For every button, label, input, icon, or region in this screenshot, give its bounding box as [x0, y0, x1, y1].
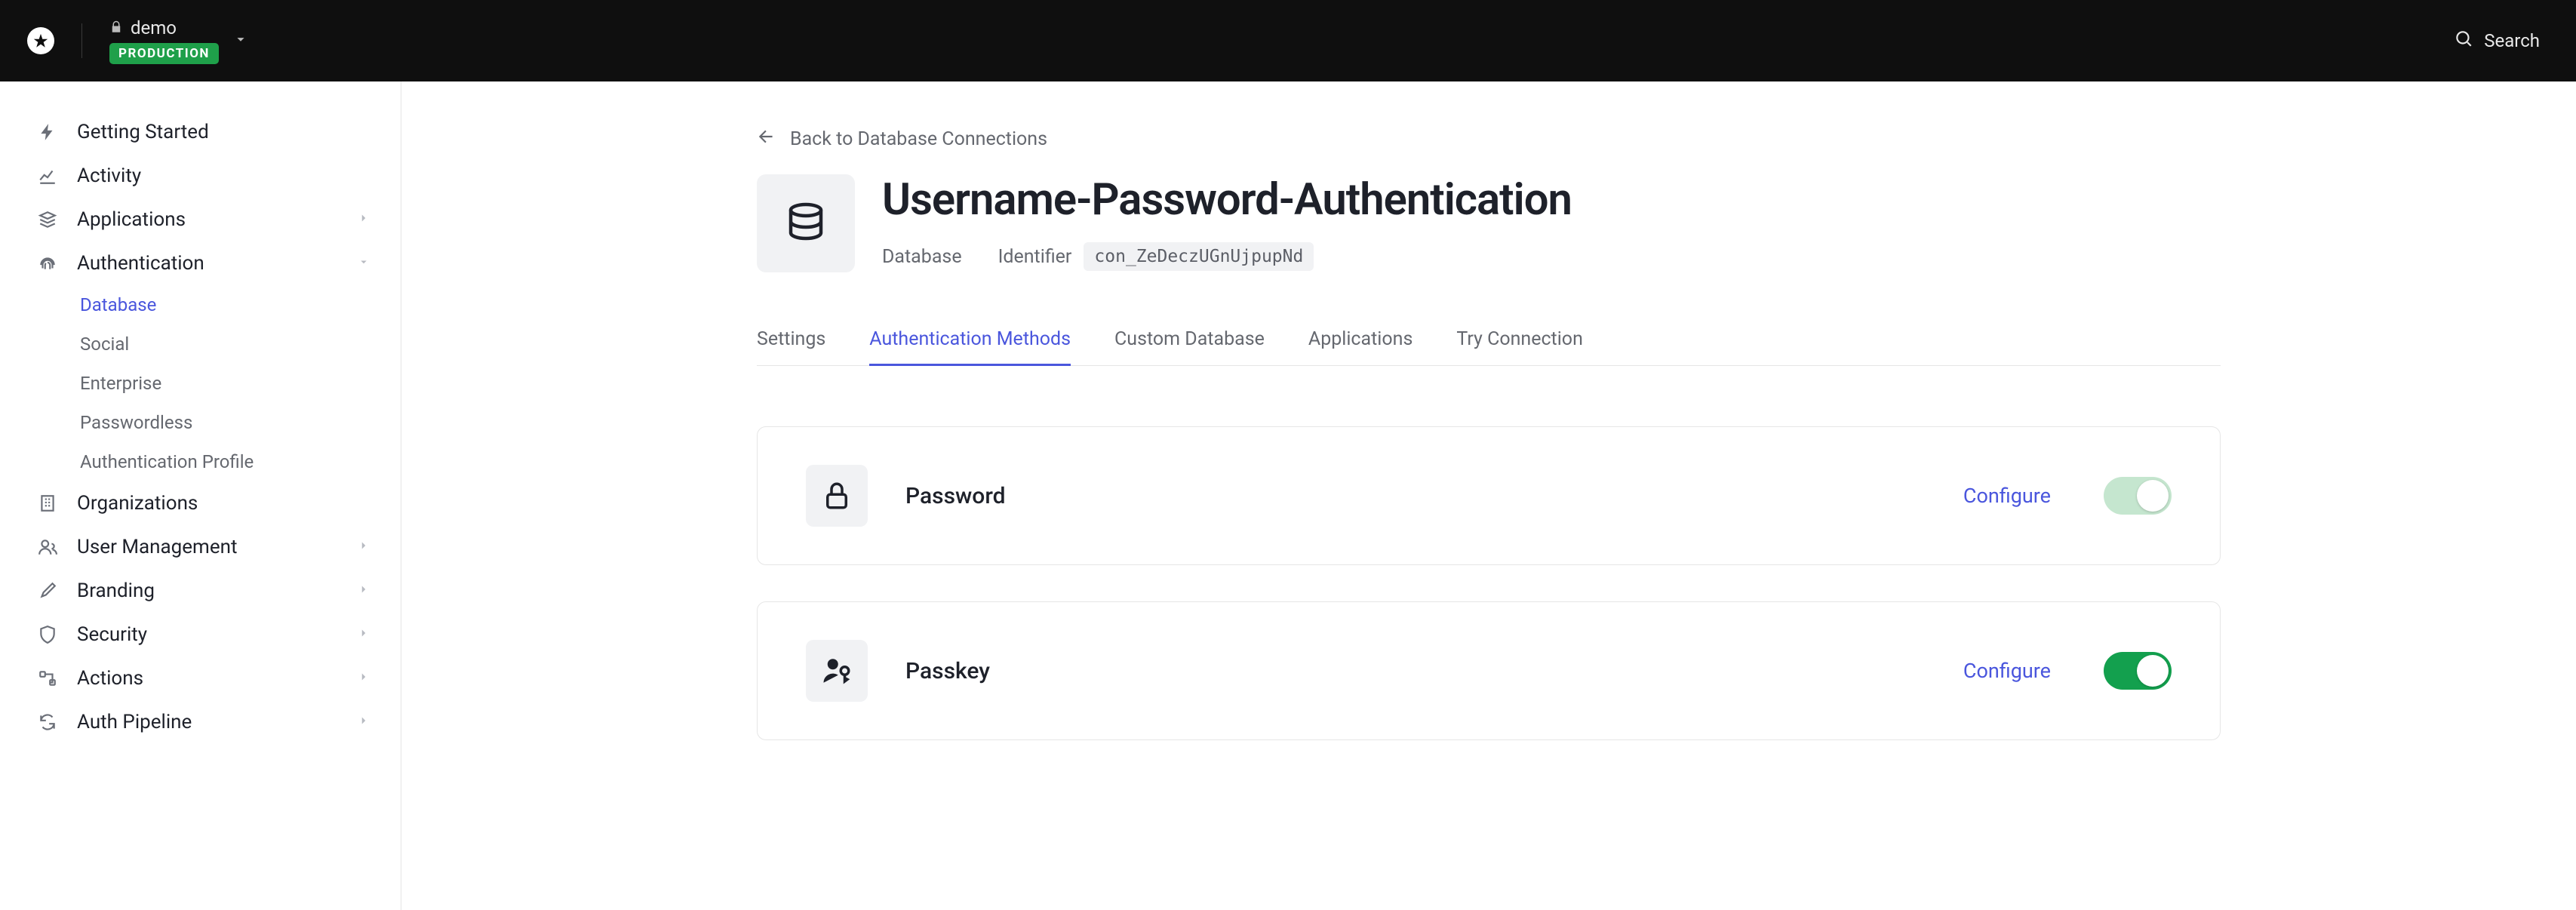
search-button[interactable]: Search — [2454, 29, 2540, 53]
arrow-left-icon — [757, 127, 776, 152]
configure-link[interactable]: Configure — [1963, 484, 2051, 508]
sidebar-subitem-authentication-profile[interactable]: Authentication Profile — [0, 442, 401, 481]
stack-icon — [36, 210, 59, 229]
environment-badge: PRODUCTION — [109, 43, 219, 64]
tab-applications[interactable]: Applications — [1308, 315, 1412, 366]
toggle-passkey[interactable] — [2104, 652, 2172, 690]
app-logo[interactable] — [27, 27, 54, 54]
bolt-icon — [36, 122, 59, 142]
sidebar-item-getting-started[interactable]: Getting Started — [0, 110, 401, 154]
tab-authentication-methods[interactable]: Authentication Methods — [869, 315, 1071, 366]
chevron-icon — [357, 670, 370, 687]
tabs: Settings Authentication Methods Custom Dat… — [757, 315, 2221, 366]
pipeline-icon — [36, 712, 59, 732]
method-card-passkey: PasskeyConfigure — [757, 601, 2221, 740]
sidebar-subitem-social[interactable]: Social — [0, 324, 401, 364]
identifier-value: con_ZeDeczUGnUjpupNd — [1084, 242, 1314, 271]
chart-icon — [36, 166, 59, 186]
chevron-icon — [357, 255, 370, 272]
sidebar-item-activity[interactable]: Activity — [0, 154, 401, 198]
sidebar-item-label: User Management — [77, 536, 357, 558]
sidebar-item-actions[interactable]: Actions — [0, 656, 401, 700]
search-icon — [2454, 29, 2473, 53]
sidebar-item-organizations[interactable]: Organizations — [0, 481, 401, 525]
tab-settings[interactable]: Settings — [757, 315, 825, 366]
sidebar-item-user-management[interactable]: User Management — [0, 525, 401, 569]
sidebar-item-label: Organizations — [77, 492, 370, 515]
sidebar-item-label: Auth Pipeline — [77, 711, 357, 733]
back-link[interactable]: Back to Database Connections — [757, 127, 2221, 152]
sidebar-item-label: Getting Started — [77, 121, 370, 143]
sidebar-item-branding[interactable]: Branding — [0, 569, 401, 613]
users-icon — [36, 537, 59, 557]
sidebar-item-security[interactable]: Security — [0, 613, 401, 656]
sidebar-item-authentication[interactable]: Authentication — [0, 241, 401, 285]
fingerprint-icon — [36, 254, 59, 273]
divider — [81, 23, 82, 58]
chevron-down-icon — [232, 31, 249, 51]
tab-custom-database[interactable]: Custom Database — [1114, 315, 1265, 366]
database-icon — [757, 174, 855, 272]
sidebar-subitem-passwordless[interactable]: Passwordless — [0, 403, 401, 442]
identifier-label: Identifier — [998, 246, 1072, 268]
sidebar-item-label: Branding — [77, 580, 357, 602]
sidebar-item-label: Actions — [77, 667, 357, 690]
sidebar-item-label: Activity — [77, 164, 370, 187]
lock-icon — [806, 465, 868, 527]
sidebar-item-label: Applications — [77, 208, 357, 231]
sidebar: Getting Started Activity Applications Authe… — [0, 81, 401, 910]
configure-link[interactable]: Configure — [1963, 659, 2051, 683]
chevron-icon — [357, 211, 370, 228]
shield-icon — [36, 625, 59, 644]
sidebar-item-label: Security — [77, 623, 357, 646]
toggle-password — [2104, 477, 2172, 515]
tenant-selector[interactable]: demo PRODUCTION — [109, 17, 249, 64]
tab-try-connection[interactable]: Try Connection — [1456, 315, 1583, 366]
type-label: Database — [882, 246, 962, 268]
page-title: Username-Password-Authentication — [882, 174, 1572, 226]
chevron-icon — [357, 583, 370, 599]
chevron-icon — [357, 539, 370, 555]
lock-icon — [109, 17, 123, 38]
brush-icon — [36, 581, 59, 601]
search-label: Search — [2484, 30, 2540, 51]
flow-icon — [36, 669, 59, 688]
chevron-icon — [357, 714, 370, 730]
building-icon — [36, 493, 59, 513]
sidebar-subitem-database[interactable]: Database — [0, 285, 401, 324]
sidebar-item-label: Authentication — [77, 252, 357, 275]
method-name: Password — [905, 483, 1963, 509]
sidebar-subitem-enterprise[interactable]: Enterprise — [0, 364, 401, 403]
back-label: Back to Database Connections — [790, 128, 1047, 150]
tenant-name-label: demo — [131, 17, 177, 38]
passkey-icon — [806, 640, 868, 702]
method-name: Passkey — [905, 658, 1963, 684]
method-card-password: PasswordConfigure — [757, 426, 2221, 565]
sidebar-item-applications[interactable]: Applications — [0, 198, 401, 241]
sidebar-item-auth-pipeline[interactable]: Auth Pipeline — [0, 700, 401, 744]
chevron-icon — [357, 626, 370, 643]
